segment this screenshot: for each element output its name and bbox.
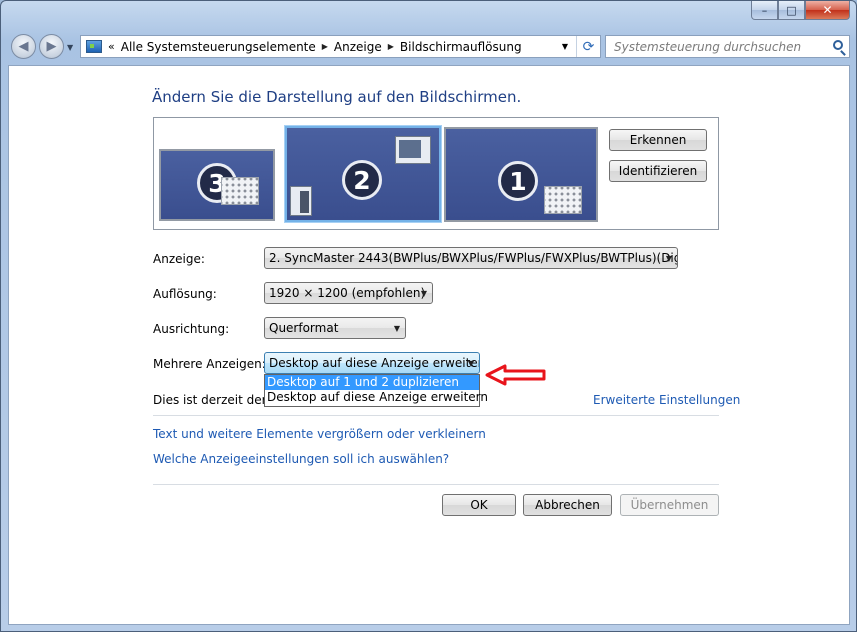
caption-buttons: – □ ✕ bbox=[751, 1, 850, 20]
back-button[interactable]: ◀ bbox=[11, 34, 36, 59]
monitor-3[interactable]: 3 bbox=[159, 149, 275, 221]
breadcrumb-item-display[interactable]: Anzeige bbox=[334, 40, 382, 54]
display-label: Anzeige: bbox=[153, 252, 205, 266]
content-area: Ändern Sie die Darstellung auf den Bilds… bbox=[8, 65, 850, 625]
maximize-button[interactable]: □ bbox=[778, 1, 805, 20]
resolution-label: Auflösung: bbox=[153, 287, 217, 301]
detect-button[interactable]: Erkennen bbox=[609, 129, 707, 151]
window-thumbnail-icon bbox=[221, 177, 259, 205]
chevron-down-icon: ▼ bbox=[420, 289, 427, 298]
monitor-1[interactable]: 1 bbox=[444, 127, 598, 222]
multiple-displays-options: Desktop auf 1 und 2 duplizieren Desktop … bbox=[264, 374, 488, 407]
address-dropdown-icon[interactable]: ▼ bbox=[556, 36, 574, 57]
advanced-settings-link[interactable]: Erweiterte Einstellungen bbox=[593, 393, 740, 407]
minimize-button[interactable]: – bbox=[751, 1, 778, 20]
cancel-button[interactable]: Abbrechen bbox=[523, 494, 612, 516]
search-input[interactable]: Systemsteuerung durchsuchen bbox=[605, 35, 850, 58]
chevron-down-icon: ▼ bbox=[467, 359, 474, 368]
display-value: 2. SyncMaster 2443(BWPlus/BWXPlus/FWPlus… bbox=[269, 251, 678, 265]
resolution-select[interactable]: 1920 × 1200 (empfohlen) ▼ bbox=[264, 282, 433, 304]
option-duplicate-1-and-2[interactable]: Desktop auf 1 und 2 duplizieren bbox=[265, 375, 479, 390]
window-thumbnail-icon bbox=[395, 136, 431, 164]
forward-arrow-icon: ▶ bbox=[46, 39, 57, 54]
identify-button[interactable]: Identifizieren bbox=[609, 160, 707, 182]
divider bbox=[153, 484, 719, 485]
orientation-value: Querformat bbox=[269, 321, 339, 335]
resolution-value: 1920 × 1200 (empfohlen) bbox=[269, 286, 426, 300]
taskbar-thumbnail-icon bbox=[290, 186, 312, 216]
chevron-down-icon: ▼ bbox=[393, 324, 400, 333]
breadcrumb-item-resolution[interactable]: Bildschirmauflösung bbox=[400, 40, 522, 54]
text-size-link[interactable]: Text und weitere Elemente vergrößern ode… bbox=[153, 427, 486, 441]
orientation-label: Ausrichtung: bbox=[153, 322, 230, 336]
breadcrumb-chevron-icon[interactable]: ▶ bbox=[322, 42, 328, 51]
divider bbox=[153, 415, 719, 416]
option-extend-desktop[interactable]: Desktop auf diese Anzeige erweitern bbox=[265, 390, 488, 405]
monitor-2[interactable]: 2 bbox=[285, 126, 441, 222]
search-placeholder: Systemsteuerung durchsuchen bbox=[614, 39, 802, 54]
breadcrumb-overflow[interactable]: « bbox=[108, 40, 115, 53]
multiple-displays-value: Desktop auf diese Anzeige erweitern bbox=[269, 356, 480, 370]
chevron-down-icon: ▼ bbox=[665, 254, 672, 263]
close-button[interactable]: ✕ bbox=[805, 1, 850, 20]
red-arrow-annotation bbox=[485, 364, 546, 386]
apply-button[interactable]: Übernehmen bbox=[620, 494, 719, 516]
back-arrow-icon: ◀ bbox=[18, 39, 29, 54]
refresh-icon[interactable]: ⟳ bbox=[576, 36, 600, 57]
multiple-displays-label: Mehrere Anzeigen: bbox=[153, 357, 266, 371]
breadcrumb-item-all-settings[interactable]: Alle Systemsteuerungselemente bbox=[121, 40, 316, 54]
multiple-displays-select[interactable]: Desktop auf diese Anzeige erweitern ▼ bbox=[264, 352, 480, 374]
recent-pages-dropdown-icon[interactable]: ▼ bbox=[67, 43, 73, 52]
breadcrumb-chevron-icon[interactable]: ▶ bbox=[388, 42, 394, 51]
monitor-number: 1 bbox=[498, 161, 538, 201]
which-settings-link[interactable]: Welche Anzeigeeinstellungen soll ich aus… bbox=[153, 452, 449, 466]
monitor-number: 2 bbox=[342, 160, 382, 200]
forward-button[interactable]: ▶ bbox=[39, 34, 64, 59]
navigation-bar: ◀ ▶ ▼ « Alle Systemsteuerungselemente ▶ … bbox=[1, 29, 857, 65]
window-thumbnail-icon bbox=[544, 186, 582, 214]
control-panel-window: – □ ✕ ◀ ▶ ▼ « Alle Systemsteuerungseleme… bbox=[0, 0, 857, 632]
control-panel-icon bbox=[86, 40, 102, 53]
display-select[interactable]: 2. SyncMaster 2443(BWPlus/BWXPlus/FWPlus… bbox=[264, 247, 678, 269]
search-icon[interactable] bbox=[833, 40, 843, 50]
page-title: Ändern Sie die Darstellung auf den Bilds… bbox=[152, 88, 522, 106]
ok-button[interactable]: OK bbox=[442, 494, 516, 516]
orientation-select[interactable]: Querformat ▼ bbox=[264, 317, 406, 339]
address-bar[interactable]: « Alle Systemsteuerungselemente ▶ Anzeig… bbox=[80, 35, 601, 58]
